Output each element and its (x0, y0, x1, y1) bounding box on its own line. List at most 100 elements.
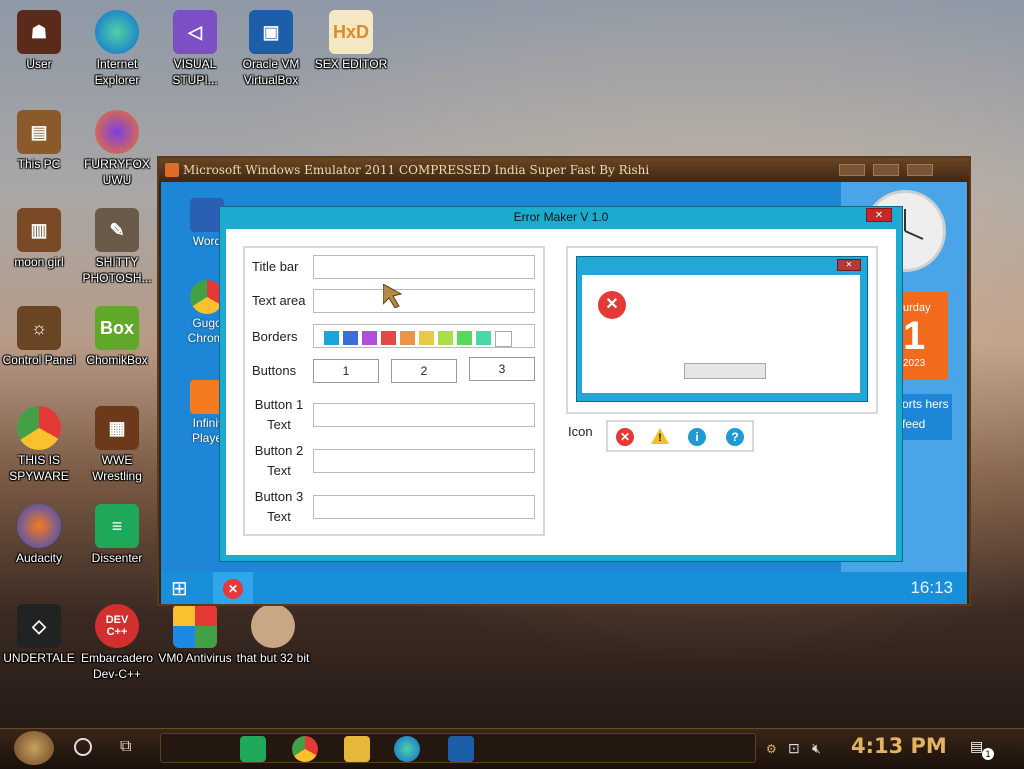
desktop-icon-label: moon girl (14, 255, 64, 269)
desktop-icon-label: Embarcadero Dev-C++ (80, 651, 154, 681)
preview-client: ✕ (582, 275, 860, 393)
error-maker-close-button[interactable]: ✕ (866, 208, 892, 222)
volume-muted-icon[interactable]: 🔇︎ (812, 740, 821, 757)
button3-text-input[interactable] (313, 495, 535, 519)
desktop-icon-hex-editor[interactable]: HxD SEX EDITOR (312, 10, 390, 72)
desktop-icon-virtualbox[interactable]: ▣ Oracle VM VirtualBox (232, 10, 310, 88)
taskbar-error-maker-button[interactable]: ✕ (213, 572, 253, 604)
desktop-icon-devcpp[interactable]: DEV C++ Embarcadero Dev-C++ (78, 604, 156, 682)
desktop-icon-user[interactable]: ☗ User (0, 10, 78, 72)
desktop-icon-undertale[interactable]: ◇ UNDERTALE (0, 604, 78, 666)
button1-text-input[interactable] (313, 403, 535, 427)
border-color-swatch[interactable] (324, 331, 339, 345)
desktop-icon-label: Oracle VM VirtualBox (242, 57, 300, 87)
button1-label-line2: Text (267, 417, 291, 432)
file-explorer-icon[interactable] (344, 736, 370, 762)
button3-label-line1: Button 3 (254, 489, 304, 504)
cortana-icon[interactable] (74, 738, 92, 756)
edge-taskbar-icon[interactable] (394, 736, 420, 762)
button2-text-label: Button 2 Text (252, 441, 306, 481)
desktop-icon-label: This PC (17, 157, 61, 171)
taskbar-clock[interactable]: 4:13 PM (851, 734, 947, 758)
dissenter-icon: ≡ (95, 504, 139, 548)
border-color-swatch[interactable] (381, 331, 396, 345)
button1-text-label: Button 1 Text (252, 395, 306, 435)
news-widget[interactable]: orts hers feed (900, 394, 952, 440)
news-line-2: feed (902, 417, 926, 431)
inner-icon-label: Infinit Playe (191, 416, 223, 445)
close-button[interactable] (907, 164, 933, 176)
border-color-swatch[interactable] (476, 331, 491, 345)
visual-studio-icon: ◁ (173, 10, 217, 54)
error-preview: ✕ ✕ (566, 246, 878, 414)
network-icon[interactable]: ⊡ (788, 740, 800, 757)
error-maker-window: Error Maker V 1.0 ✕ Title bar Text area … (219, 206, 903, 562)
folder-icon: ▥ (17, 208, 61, 252)
gimp-icon: ✎ (95, 208, 139, 252)
desktop-icon-label: VM0 Antivirus (158, 651, 232, 665)
desktop-icon-control-panel[interactable]: ☼ Control Panel (0, 306, 78, 368)
calendar-widget: urday 1 2023 (903, 292, 948, 380)
buttons-count-2[interactable]: 2 (391, 359, 457, 383)
info-icon[interactable]: i (688, 428, 706, 446)
start-button[interactable] (14, 731, 54, 765)
border-color-swatch[interactable] (438, 331, 453, 345)
notification-count: 1 (982, 748, 994, 760)
minimize-button[interactable] (839, 164, 865, 176)
desktop-icon-visual-studio[interactable]: ◁ VISUAL STUPI... (156, 10, 234, 88)
desktop-icon-label: ChomikBox (86, 353, 148, 367)
desktop-icon-vm0-antivirus[interactable]: VM0 Antivirus (156, 604, 234, 666)
lightbulb-icon: ☼ (17, 306, 61, 350)
dissenter-taskbar-icon[interactable] (240, 736, 266, 762)
inner-icon-label: Word (192, 234, 222, 248)
icon-label: Icon (568, 424, 593, 439)
buttons-count-1[interactable]: 1 (313, 359, 379, 383)
button2-text-input[interactable] (313, 449, 535, 473)
desktop-icon-label: that but 32 bit (236, 651, 310, 665)
preview-close-icon: ✕ (837, 259, 861, 271)
border-color-swatch[interactable] (457, 331, 472, 345)
desktop-icon-gimp[interactable]: ✎ SHITTY PHOTOSH... (78, 208, 156, 286)
error-icon[interactable]: ✕ (616, 428, 634, 446)
desktop-icon-chomikbox[interactable]: Box ChomikBox (78, 306, 156, 368)
task-view-icon[interactable]: ⧉ (120, 738, 131, 756)
user-icon: ☗ (17, 10, 61, 54)
border-color-swatch[interactable] (419, 331, 434, 345)
desktop-icon-wwe[interactable]: ▦ WWE Wrestling (78, 406, 156, 484)
desktop-icon-moon-girl[interactable]: ▥ moon girl (0, 208, 78, 270)
desktop-icon-chrome[interactable]: THIS IS SPYWARE (0, 406, 78, 484)
chrome-taskbar-icon[interactable] (292, 736, 318, 762)
title-bar-label: Title bar (252, 259, 299, 274)
border-color-swatch[interactable] (495, 331, 512, 347)
border-color-swatch[interactable] (400, 331, 415, 345)
warning-icon[interactable]: ! (650, 427, 670, 445)
border-color-swatch[interactable] (362, 331, 377, 345)
notifications-icon[interactable]: ▤ 1 (970, 738, 994, 760)
desktop-icon-this-pc[interactable]: ▤ This PC (0, 110, 78, 172)
text-area-input[interactable] (313, 289, 535, 313)
calendar-day: 1 (903, 314, 926, 358)
edge-icon (95, 10, 139, 54)
question-icon[interactable]: ? (726, 428, 744, 446)
emulator-title-bar[interactable]: Microsoft Windows Emulator 2011 COMPRESS… (159, 158, 969, 182)
desktop-icon-label: SHITTY PHOTOSH... (82, 255, 152, 285)
tray-chevron-icon[interactable]: ⚙ (766, 742, 777, 756)
maximize-button[interactable] (873, 164, 899, 176)
windows-start-icon[interactable]: ⊞ (171, 578, 197, 600)
virtualbox-taskbar-icon[interactable] (448, 736, 474, 762)
desktop-icon-label: WWE Wrestling (92, 453, 142, 483)
title-bar-input[interactable] (313, 255, 535, 279)
desktop-icon-dissenter[interactable]: ≡ Dissenter (78, 504, 156, 566)
desktop-icon-firefox[interactable]: FURRYFOX UWU (78, 110, 156, 188)
desktop-icon-audacity[interactable]: Audacity (0, 504, 78, 566)
emulator-title: Microsoft Windows Emulator 2011 COMPRESS… (183, 163, 650, 177)
desktop-icon-internet-explorer[interactable]: Internet Explorer (78, 10, 156, 88)
buttons-count-3[interactable]: 3 (469, 357, 535, 381)
wwe-icon: ▦ (95, 406, 139, 450)
desktop-icon-label: Internet Explorer (94, 57, 140, 87)
unity-icon: ◇ (17, 604, 61, 648)
error-maker-title: Error Maker V 1.0 (513, 210, 609, 224)
desktop-icon-32bit[interactable]: that but 32 bit (234, 604, 312, 666)
news-line-1: orts hers (902, 397, 949, 411)
border-color-swatch[interactable] (343, 331, 358, 345)
